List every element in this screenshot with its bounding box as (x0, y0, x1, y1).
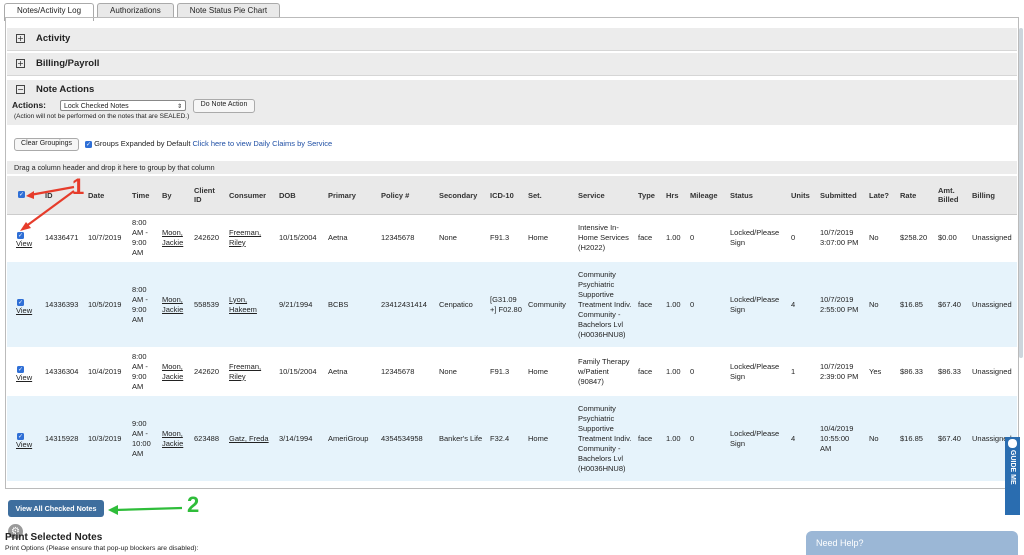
annotation-arrow-2 (114, 506, 183, 512)
annotation-overlay (20, 185, 183, 515)
annotation-number-2: 2 (187, 492, 200, 517)
annotation-arrowhead-1a (26, 191, 34, 199)
annotation-arrow-1a (29, 185, 75, 197)
annotation-number-1: 1 (72, 174, 85, 199)
annotation-arrowhead-2 (108, 505, 118, 515)
